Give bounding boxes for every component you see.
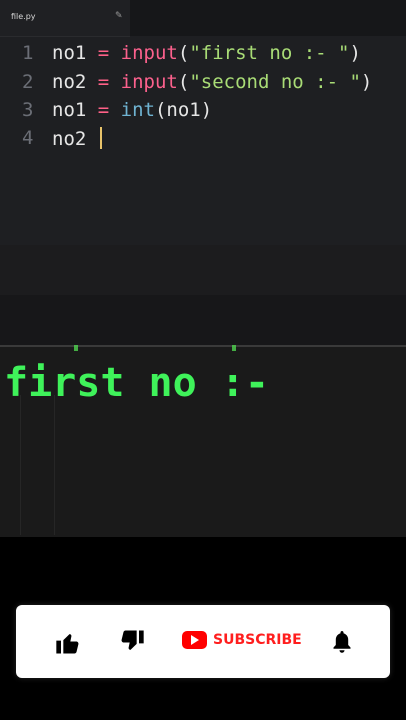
line-number: 1 xyxy=(22,42,34,64)
code-line[interactable]: 1 no1 = input("first no :- ") xyxy=(0,42,406,70)
code-token: "second no :- " xyxy=(189,71,361,93)
tab-file[interactable]: file.py ✎ xyxy=(0,0,130,37)
line-source: no2 = input("second no :- ") xyxy=(52,71,372,93)
tab-bar: file.py ✎ xyxy=(0,0,406,37)
terminal-panel: first no :- xyxy=(0,345,406,537)
text-cursor xyxy=(99,127,102,149)
band-shade xyxy=(0,295,406,345)
code-token: no1 xyxy=(52,42,87,64)
bell-icon[interactable] xyxy=(330,629,358,657)
code-token: ) xyxy=(360,71,373,93)
code-token: "first no :- " xyxy=(189,42,350,64)
youtube-logo-icon xyxy=(182,631,207,649)
code-token: = xyxy=(86,99,121,121)
terminal-divider xyxy=(0,345,406,347)
partial-glyph xyxy=(74,345,78,351)
code-token: input xyxy=(120,42,178,64)
terminal-gridline xyxy=(54,395,55,535)
line-number: 4 xyxy=(22,127,34,149)
edit-icon[interactable]: ✎ xyxy=(115,12,123,21)
code-token: input xyxy=(120,71,178,93)
code-token: ) xyxy=(349,42,361,64)
code-token: no2 xyxy=(52,128,87,150)
code-line[interactable]: 4 no2 xyxy=(0,127,406,155)
line-source: no1 = input("first no :- ") xyxy=(52,42,361,64)
code-token: = xyxy=(86,42,121,64)
line-number: 3 xyxy=(22,99,34,121)
line-source: no1 = int(no1) xyxy=(52,99,212,121)
code-token: ( xyxy=(177,42,190,64)
code-line[interactable]: 2 no2 = input("second no :- ") xyxy=(0,71,406,99)
subscribe-label: SUBSCRIBE xyxy=(213,632,302,648)
code-token: (no1) xyxy=(154,99,213,121)
code-token: no1 xyxy=(52,99,87,121)
thumbs-down-icon[interactable] xyxy=(118,627,146,655)
code-token: no2 xyxy=(52,71,87,93)
code-editor: file.py ✎ 1 no1 = input("first no :- ") 2 n… xyxy=(0,0,406,245)
divider-band xyxy=(0,245,406,345)
code-token: ( xyxy=(177,71,190,93)
tab-filename: file.py xyxy=(11,12,36,21)
code-token: = xyxy=(86,71,121,93)
code-token: int xyxy=(120,99,155,121)
line-source: no2 xyxy=(52,127,102,150)
code-line[interactable]: 3 no1 = int(no1) xyxy=(0,99,406,127)
thumbs-up-icon[interactable] xyxy=(54,629,82,657)
terminal-gridline xyxy=(20,395,21,535)
subscribe-bar: SUBSCRIBE xyxy=(16,605,390,678)
terminal-prompt: first no :- xyxy=(4,360,269,406)
partial-glyph xyxy=(232,345,236,351)
line-number: 2 xyxy=(22,71,34,93)
